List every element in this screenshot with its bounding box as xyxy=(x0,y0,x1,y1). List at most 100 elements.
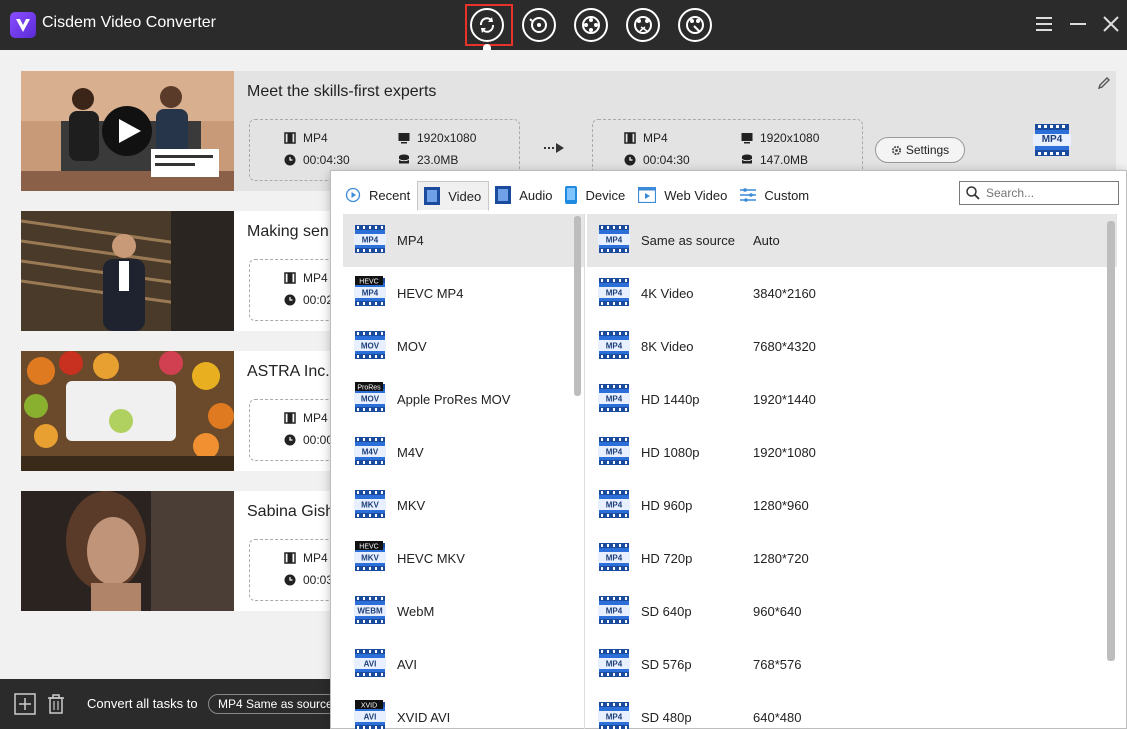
preset-badge-icon: MP4 xyxy=(598,223,630,258)
toolbox-tool-button[interactable] xyxy=(678,8,712,42)
format-item[interactable]: ProRes MOV Apple ProRes MOV xyxy=(343,373,584,426)
svg-text:ProRes: ProRes xyxy=(357,385,381,392)
convert-icon xyxy=(479,17,495,33)
format-item[interactable]: MP4 MP4 xyxy=(343,214,584,267)
video-icon xyxy=(424,187,441,205)
video-thumbnail[interactable] xyxy=(21,491,234,611)
preset-item[interactable]: MP4 SD 480p 640*480 xyxy=(587,691,1117,729)
format-item[interactable]: M4V M4V xyxy=(343,426,584,479)
tab-web-video[interactable]: Web Video xyxy=(632,181,734,211)
format-item[interactable]: MKV MKV xyxy=(343,479,584,532)
preset-resolution: 1920*1440 xyxy=(753,392,816,407)
app-title: Cisdem Video Converter xyxy=(42,14,217,31)
web-video-icon xyxy=(638,187,657,203)
rip-disc-tool-button[interactable] xyxy=(522,8,556,42)
format-search[interactable] xyxy=(959,181,1119,205)
task-title: Sabina Gish xyxy=(247,503,335,520)
format-list-scrollbar[interactable] xyxy=(574,216,581,396)
minimize-button[interactable] xyxy=(1066,12,1090,36)
add-file-button[interactable] xyxy=(13,692,37,721)
preset-badge-icon: MP4 xyxy=(598,594,630,629)
target-format-button[interactable]: MP4 xyxy=(1033,121,1071,164)
format-item[interactable]: XVID AVI XVID AVI xyxy=(343,691,584,729)
preset-badge-icon: MP4 xyxy=(598,488,630,523)
preset-resolution: 1280*720 xyxy=(753,551,809,566)
preset-item[interactable]: MP4 8K Video 7680*4320 xyxy=(587,320,1117,373)
svg-text:MP4: MP4 xyxy=(606,554,623,563)
svg-text:HEVC: HEVC xyxy=(359,544,378,551)
video-thumbnail[interactable] xyxy=(21,351,234,471)
preset-badge-icon: MP4 xyxy=(598,541,630,576)
preset-item[interactable]: MP4 SD 640p 960*640 xyxy=(587,585,1117,638)
storage-icon xyxy=(398,154,410,164)
tab-label: Recent xyxy=(369,187,411,203)
svg-text:AVI: AVI xyxy=(364,660,377,669)
source-resolution: 1920x1080 xyxy=(417,131,477,145)
video-thumbnail[interactable] xyxy=(21,211,234,331)
preset-item[interactable]: MP4 HD 960p 1280*960 xyxy=(587,479,1117,532)
film-icon xyxy=(284,552,296,564)
format-badge-icon: ProRes MOV xyxy=(354,382,386,417)
task-title: ASTRA Inc. xyxy=(247,363,330,380)
format-item[interactable]: MOV MOV xyxy=(343,320,584,373)
svg-text:MP4: MP4 xyxy=(606,501,623,510)
format-item[interactable]: WEBM WebM xyxy=(343,585,584,638)
active-tool-indicator xyxy=(483,44,491,50)
delete-button[interactable] xyxy=(44,692,68,721)
preset-resolution: 3840*2160 xyxy=(753,286,816,301)
edit-title-button[interactable] xyxy=(1096,75,1112,96)
svg-text:HEVC: HEVC xyxy=(359,279,378,286)
preset-resolution: 7680*4320 xyxy=(753,339,816,354)
pencil-icon xyxy=(1097,77,1110,90)
source-duration: 00:02 xyxy=(303,293,334,307)
tab-device[interactable]: Device xyxy=(559,181,632,211)
format-item[interactable]: HEVC MKV HEVC MKV xyxy=(343,532,584,585)
format-badge-icon: MKV xyxy=(354,488,386,523)
format-badge-icon: MOV xyxy=(354,329,386,364)
monitor-icon xyxy=(741,133,753,144)
preset-resolution: 960*640 xyxy=(753,604,802,619)
preset-badge-icon: MP4 xyxy=(598,329,630,364)
preset-item[interactable]: MP4 HD 1080p 1920*1080 xyxy=(587,426,1117,479)
format-name: WebM xyxy=(397,604,435,619)
preset-item[interactable]: MP4 Same as source Auto xyxy=(587,214,1117,267)
convert-tool-button[interactable] xyxy=(470,8,504,42)
preset-list-scrollbar[interactable] xyxy=(1107,221,1115,661)
preset-item[interactable]: MP4 HD 1440p 1920*1440 xyxy=(587,373,1117,426)
format-item[interactable]: AVI AVI xyxy=(343,638,584,691)
task-title: Making sen xyxy=(247,223,329,240)
svg-text:MP4: MP4 xyxy=(606,713,623,722)
tab-video[interactable]: Video xyxy=(417,181,490,211)
format-item[interactable]: HEVC MP4 HEVC MP4 xyxy=(343,267,584,320)
preset-item[interactable]: MP4 4K Video 3840*2160 xyxy=(587,267,1117,320)
settings-button[interactable]: Settings xyxy=(875,137,965,163)
task-title: Meet the skills-first experts xyxy=(247,83,437,100)
preset-item[interactable]: MP4 HD 720p 1280*720 xyxy=(587,532,1117,585)
convert-all-format-select[interactable]: MP4 Same as source xyxy=(208,694,338,714)
video-thumbnail[interactable] xyxy=(21,71,234,191)
output-resolution: 1920x1080 xyxy=(760,131,820,145)
format-name: M4V xyxy=(397,445,424,460)
tab-recent[interactable]: Recent xyxy=(339,181,417,211)
film-reel-icon xyxy=(582,16,600,34)
close-button[interactable] xyxy=(1099,12,1123,36)
preset-name: 8K Video xyxy=(641,339,694,354)
svg-text:MP4: MP4 xyxy=(606,448,623,457)
source-format: MP4 xyxy=(303,131,328,145)
film-reel-tool-button[interactable] xyxy=(574,8,608,42)
preset-badge-icon: MP4 xyxy=(598,382,630,417)
search-input[interactable] xyxy=(986,186,1106,200)
settings-label: Settings xyxy=(905,143,950,157)
source-duration: 00:03 xyxy=(303,573,334,587)
tab-audio[interactable]: Audio xyxy=(489,181,559,211)
film-cut-tool-button[interactable] xyxy=(626,8,660,42)
storage-icon xyxy=(741,154,753,164)
source-format: MP4 xyxy=(303,551,328,565)
menu-button[interactable] xyxy=(1032,12,1056,36)
clock-icon xyxy=(284,154,296,166)
preset-item[interactable]: MP4 SD 576p 768*576 xyxy=(587,638,1117,691)
preset-name: HD 720p xyxy=(641,551,693,566)
tab-custom[interactable]: Custom xyxy=(734,181,816,211)
svg-text:MP4: MP4 xyxy=(362,236,379,245)
tab-label: Custom xyxy=(764,187,810,203)
